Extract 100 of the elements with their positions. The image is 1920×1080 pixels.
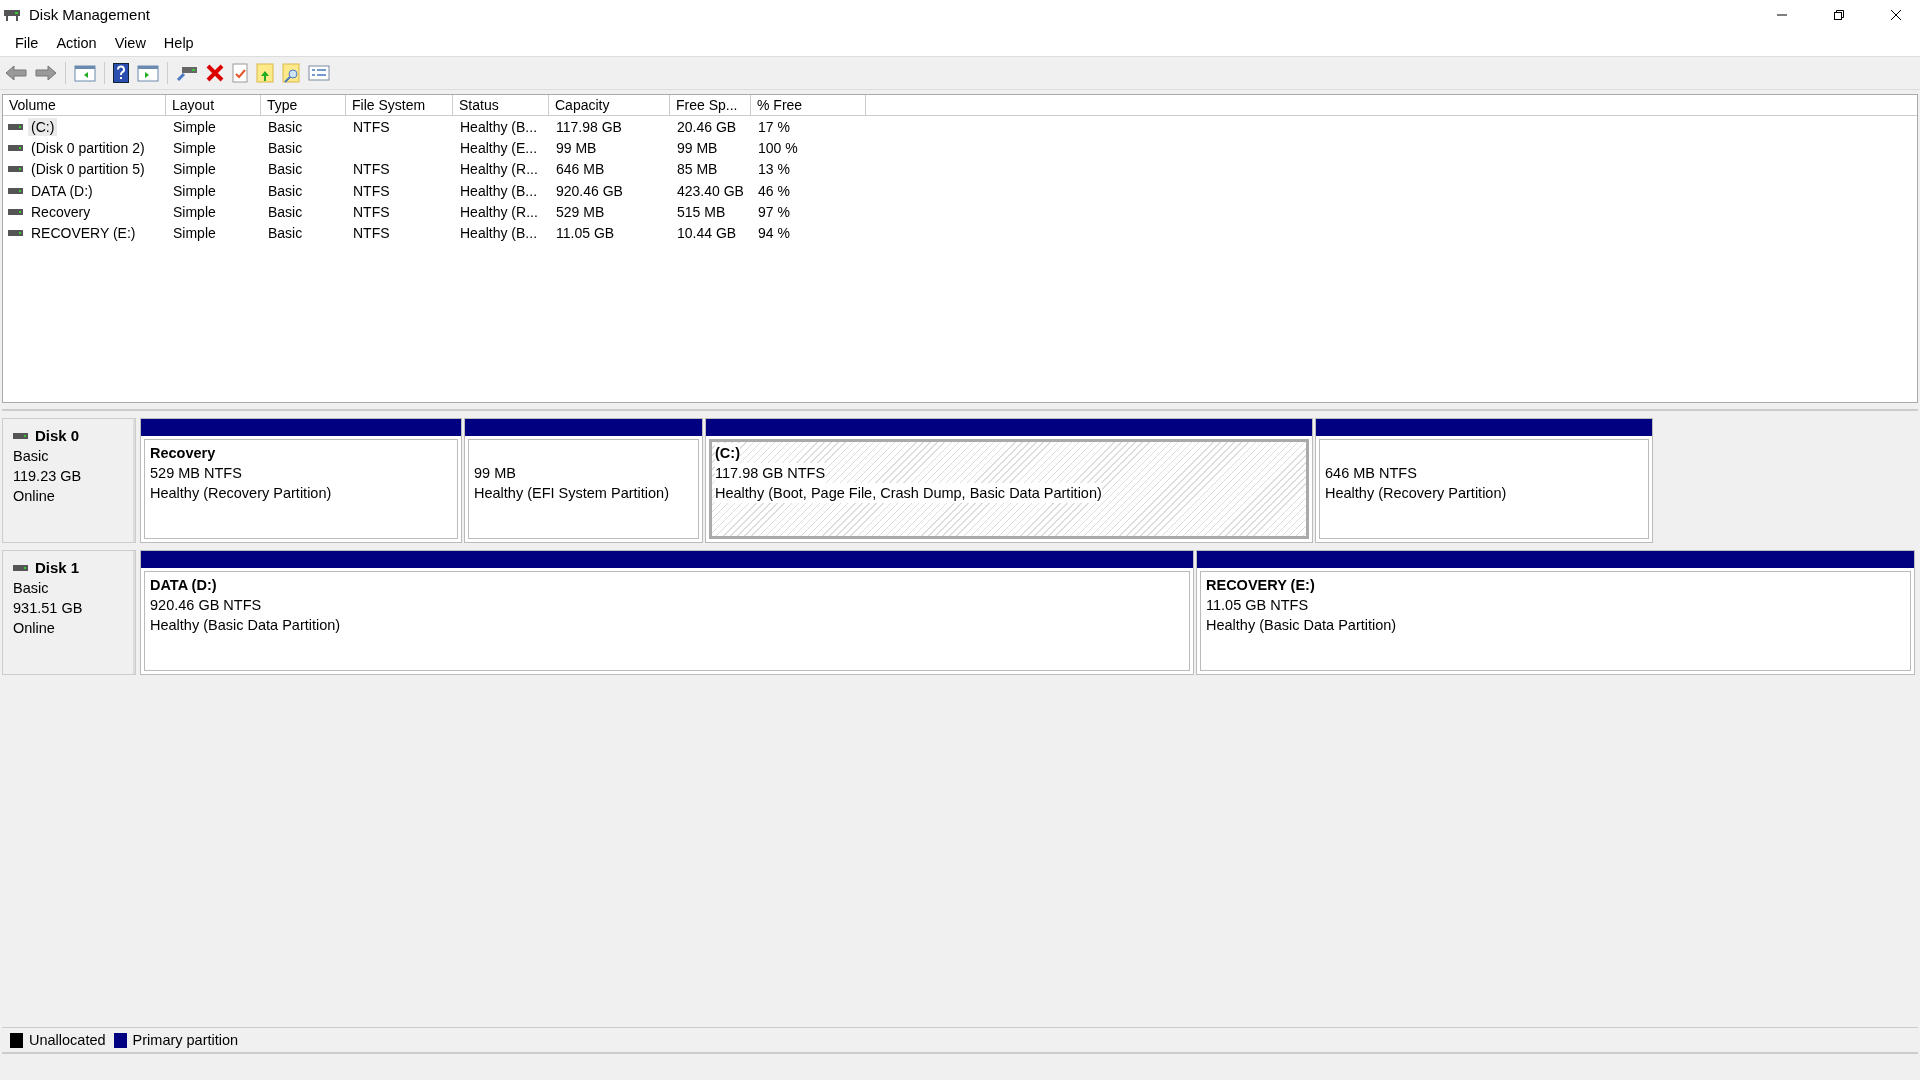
drive-icon [8, 143, 24, 152]
disk-size: 119.23 GB [13, 467, 83, 486]
partition-block[interactable]: 646 MB NTFS Healthy (Recovery Partition) [1319, 439, 1649, 539]
table-cell: Healthy (B... [460, 225, 538, 242]
legend-label: Unallocated [29, 1032, 106, 1048]
table-cell: Basic [268, 161, 303, 178]
list-entry[interactable]: RECOVERY (E:) [28, 224, 139, 243]
table-cell: 423.40 GB [677, 182, 744, 199]
back-arrow-icon[interactable] [5, 64, 27, 82]
drive-icon [8, 122, 24, 131]
partition-size: 117.98 GB NTFS [715, 463, 826, 483]
partition-status: Healthy (Recovery Partition) [150, 484, 333, 503]
column-header[interactable]: File System [346, 95, 453, 115]
partition-status: Healthy (Basic Data Partition) [150, 616, 342, 635]
disk-size: 931.51 GB [13, 599, 84, 618]
partition-size: 11.05 GB NTFS [1206, 596, 1310, 615]
list-entry[interactable]: DATA (D:) [28, 181, 96, 200]
partition-status: Healthy (Basic Data Partition) [1206, 616, 1398, 635]
partition-block[interactable]: (C:) 117.98 GB NTFS Healthy (Boot, Page File, Crash Dump, Basic Data Partition) [709, 439, 1309, 539]
window-title: Disk Management [29, 6, 150, 23]
table-cell: Simple [173, 225, 216, 242]
help-icon[interactable] [113, 63, 129, 83]
panel-icon[interactable] [137, 64, 159, 82]
menu-item[interactable]: File [6, 31, 48, 54]
drive-icon [8, 229, 24, 238]
partition-size: 920.46 GB NTFS [150, 596, 263, 615]
drive-icon [8, 165, 24, 174]
table-cell: 529 MB [556, 203, 605, 220]
table-cell: Healthy (E... [460, 139, 538, 156]
table-cell: 99 MB [677, 139, 718, 156]
column-header[interactable]: Status [453, 95, 549, 115]
table-cell: Basic [268, 118, 303, 135]
list-entry[interactable]: (Disk 0 partition 5) [28, 160, 148, 179]
table-cell: Basic [268, 225, 303, 242]
table-cell: NTFS [353, 182, 390, 199]
partition-size: 646 MB NTFS [1325, 464, 1418, 483]
folder-magnifier-icon[interactable] [282, 63, 300, 83]
table-cell: 97 % [758, 203, 790, 220]
partition-block[interactable]: DATA (D:) 920.46 GB NTFS Healthy (Basic Data Partition) [144, 571, 1190, 671]
drive-icon [13, 431, 29, 440]
list-icon[interactable] [308, 64, 330, 82]
menu-item[interactable]: Help [154, 31, 203, 54]
partition-name: Recovery [150, 444, 217, 463]
table-cell: 85 MB [677, 161, 718, 178]
disk-name: Disk 0 [35, 427, 80, 444]
column-header[interactable]: Capacity [549, 95, 670, 115]
list-entry[interactable]: Recovery [28, 202, 94, 221]
table-cell: Healthy (B... [460, 118, 538, 135]
column-header[interactable]: Layout [166, 95, 261, 115]
column-header[interactable]: Type [261, 95, 346, 115]
partition-name: (C:) [715, 443, 740, 463]
table-cell: 100 % [758, 139, 798, 156]
table-cell: 17 % [758, 118, 790, 135]
disk-type: Basic [13, 579, 50, 598]
table-cell: 20.46 GB [677, 118, 737, 135]
drive-icon [8, 207, 24, 216]
column-header[interactable]: Free Sp... [670, 95, 751, 115]
table-cell: NTFS [353, 161, 390, 178]
table-cell: Healthy (B... [460, 182, 538, 199]
partition-status: Healthy (EFI System Partition) [474, 484, 670, 503]
table-cell: Basic [268, 182, 303, 199]
forward-arrow-icon[interactable] [35, 64, 57, 82]
table-cell: Simple [173, 118, 216, 135]
table-cell: NTFS [353, 225, 390, 242]
list-entry[interactable]: (Disk 0 partition 2) [28, 138, 148, 157]
table-cell: 646 MB [556, 161, 605, 178]
table-cell: Healthy (R... [460, 161, 538, 178]
partition-name: RECOVERY (E:) [1206, 576, 1316, 595]
menu-item[interactable]: Action [47, 31, 106, 54]
table-cell: Basic [268, 139, 303, 156]
partition-name: DATA (D:) [150, 576, 218, 595]
drive-icon [8, 186, 24, 195]
close-icon[interactable] [1890, 8, 1902, 21]
menu-item[interactable]: View [105, 31, 155, 54]
restore-icon[interactable] [1833, 8, 1845, 21]
column-header[interactable]: Volume [3, 95, 166, 115]
table-cell: 10.44 GB [677, 225, 737, 242]
drive-connect-icon[interactable] [176, 64, 198, 82]
table-cell: Simple [173, 161, 216, 178]
table-cell: Simple [173, 139, 216, 156]
table-cell: 117.98 GB [556, 118, 622, 135]
legend-label: Primary partition [132, 1032, 239, 1048]
partition-block[interactable]: RECOVERY (E:) 11.05 GB NTFS Healthy (Basic Data Partition) [1200, 571, 1911, 671]
table-cell: 11.05 GB [556, 225, 615, 242]
table-cell: 99 MB [556, 139, 597, 156]
list-entry[interactable]: (C:) [28, 117, 58, 136]
table-cell: Simple [173, 203, 216, 220]
partition-status: Healthy (Recovery Partition) [1325, 484, 1508, 503]
delete-icon[interactable] [206, 64, 224, 82]
table-cell: 920.46 GB [556, 182, 623, 199]
partition-block[interactable]: 99 MB Healthy (EFI System Partition) [468, 439, 699, 539]
column-header[interactable]: % Free [751, 95, 866, 115]
partition-status: Healthy (Boot, Page File, Crash Dump, Basic Data Partition) [715, 483, 1102, 503]
panel-icon[interactable] [74, 64, 96, 82]
table-cell: 46 % [758, 182, 790, 199]
table-cell: Healthy (R... [460, 203, 538, 220]
table-cell: 94 % [758, 225, 790, 242]
disk-type: Basic [13, 447, 50, 466]
checklist-icon[interactable] [232, 63, 248, 83]
partition-block[interactable]: Recovery 529 MB NTFS Healthy (Recovery Partition) [144, 439, 458, 539]
